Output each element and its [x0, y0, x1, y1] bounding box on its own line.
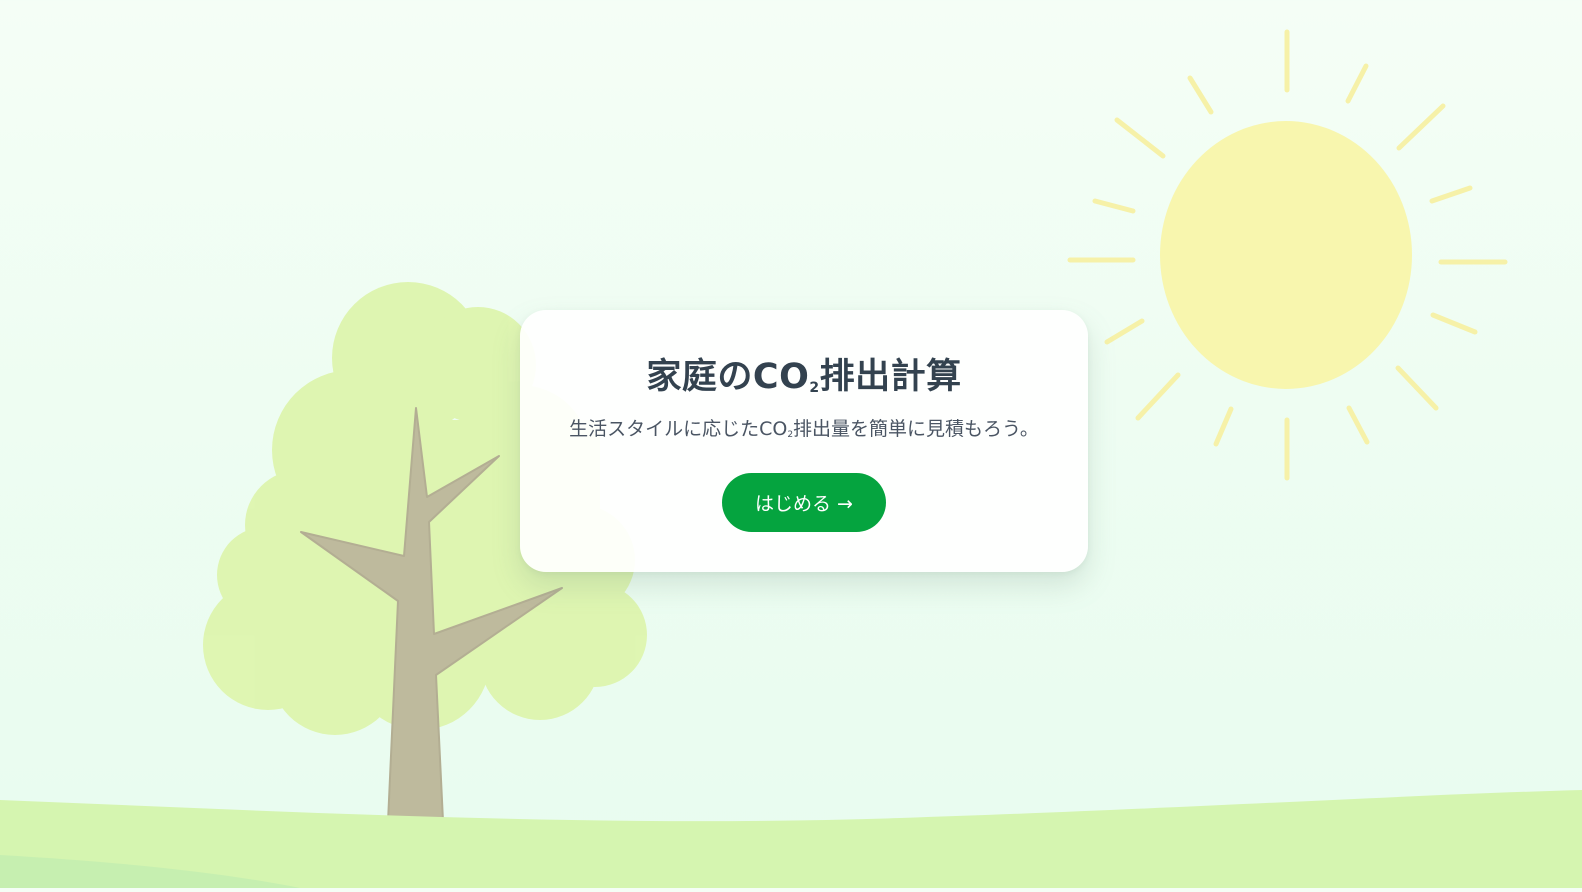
- hero-card: 家庭のCO2排出計算 生活スタイルに応じたCO2排出量を簡単に見積もろう。 はじ…: [520, 310, 1088, 572]
- sun-illustration: [1067, 29, 1508, 481]
- page-title: 家庭のCO2排出計算: [646, 357, 962, 397]
- start-button[interactable]: はじめる →: [722, 473, 886, 532]
- ground-illustration: [0, 790, 1582, 888]
- page-subtitle: 生活スタイルに応じたCO2排出量を簡単に見積もろう。: [569, 418, 1039, 440]
